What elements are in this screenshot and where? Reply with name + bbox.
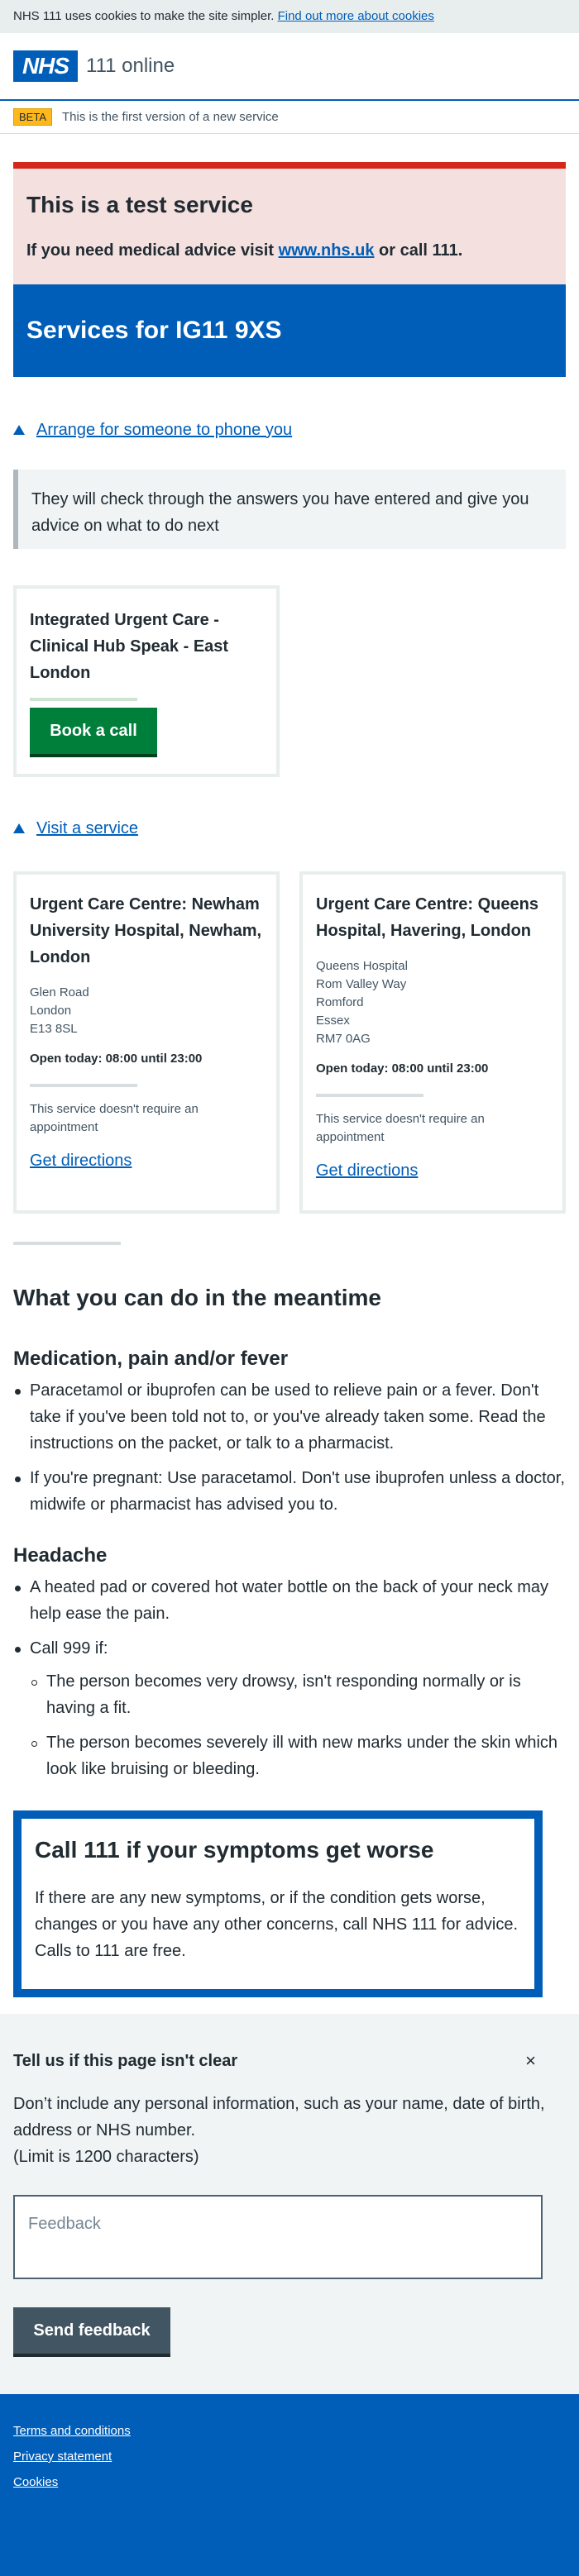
service-card-title: Urgent Care Centre: Newham University Ho… [30, 895, 262, 966]
feedback-input[interactable]: Feedback [13, 2195, 543, 2279]
beta-banner: BETA This is the first version of a new … [0, 101, 579, 134]
triangle-up-icon [13, 823, 25, 833]
section-divider [13, 1242, 121, 1245]
care-card-title: Call 111 if your symptoms get worse [35, 1837, 434, 1863]
clinical-hub-card: Integrated Urgent Care - Clinical Hub Sp… [13, 585, 280, 777]
care-card-text: If there are any new symptoms, or if the… [35, 1889, 519, 1960]
service-address: Glen Road London E13 8SL [30, 985, 89, 1036]
medication-title: Medication, pain and/or fever [13, 1348, 289, 1370]
service-card-title: Urgent Care Centre: Queens Hospital, Hav… [316, 895, 538, 940]
footer-link-terms[interactable]: Terms and conditions [13, 2424, 566, 2438]
headache-title: Headache [13, 1544, 108, 1567]
footer-link-cookies[interactable]: Cookies [13, 2475, 566, 2489]
service-card-queens: Urgent Care Centre: Queens Hospital, Hav… [299, 871, 566, 1214]
footer-link-privacy[interactable]: Privacy statement [13, 2450, 566, 2464]
service-name[interactable]: 111 online [86, 55, 175, 78]
feedback-instructions: Don’t include any personal information, … [13, 2095, 545, 2166]
divider [30, 1084, 137, 1087]
visit-toggle-link[interactable]: Visit a service [36, 819, 138, 838]
clinical-hub-title: Integrated Urgent Care - Clinical Hub Sp… [30, 611, 229, 682]
cookie-banner: NHS 111 uses cookies to make the site si… [0, 0, 579, 33]
divider [30, 698, 137, 701]
page-title: Services for IG11 9XS [26, 317, 282, 344]
meantime-section: What you can do in the meantime Medicati… [13, 1285, 566, 1782]
service-cards: Urgent Care Centre: Newham University Ho… [13, 871, 566, 1214]
meantime-title: What you can do in the meantime [13, 1285, 381, 1310]
beta-text: This is the first version of a new servi… [62, 110, 279, 124]
list-item: Call 999 if: The person becomes very dro… [13, 1635, 566, 1782]
phone-toggle[interactable]: Arrange for someone to phone you [13, 418, 566, 441]
services-heading-banner: Services for IG11 9XS [13, 284, 566, 377]
close-icon[interactable]: × [525, 2050, 536, 2072]
divider [316, 1094, 423, 1097]
call-999-list: The person becomes very drowsy, isn't re… [30, 1668, 566, 1782]
book-call-button[interactable]: Book a call [30, 708, 157, 754]
phone-toggle-link[interactable]: Arrange for someone to phone you [36, 421, 292, 440]
care-card: Call 111 if your symptoms get worse If t… [13, 1810, 543, 1997]
beta-tag: BETA [13, 108, 52, 126]
cookie-text: NHS 111 uses cookies to make the site si… [13, 9, 275, 23]
triangle-up-icon [13, 425, 25, 435]
list-item: The person becomes very drowsy, isn't re… [30, 1668, 566, 1721]
service-address: Queens Hospital Rom Valley Way Romford E… [316, 959, 408, 1046]
nhs-logo[interactable]: NHS [13, 50, 78, 82]
test-service-title: This is a test service [26, 192, 253, 217]
site-footer: Terms and conditions Privacy statement C… [0, 2394, 579, 2576]
headache-list: A heated pad or covered hot water bottle… [13, 1574, 566, 1782]
opening-hours: Open today: 08:00 until 23:00 [316, 1061, 489, 1076]
send-feedback-button[interactable]: Send feedback [13, 2307, 170, 2354]
visit-toggle[interactable]: Visit a service [13, 817, 566, 840]
feedback-panel: Tell us if this page isn't clear × Don’t… [0, 2014, 579, 2394]
phone-inset-text: They will check through the answers you … [13, 470, 566, 549]
list-item: A heated pad or covered hot water bottle… [13, 1574, 566, 1627]
medication-list: Paracetamol or ibuprofen can be used to … [13, 1377, 566, 1518]
test-service-warning: This is a test service If you need medic… [13, 162, 566, 284]
nhs-uk-link[interactable]: www.nhs.uk [279, 241, 375, 260]
list-item: Paracetamol or ibuprofen can be used to … [13, 1377, 566, 1457]
appointment-note: This service doesn't require an appointm… [30, 1102, 199, 1134]
test-service-text: If you need medical advice visit www.nhs… [26, 241, 463, 260]
get-directions-link[interactable]: Get directions [30, 1152, 263, 1171]
opening-hours: Open today: 08:00 until 23:00 [30, 1052, 203, 1066]
cookie-link[interactable]: Find out more about cookies [278, 9, 434, 23]
list-item: If you're pregnant: Use paracetamol. Don… [13, 1465, 566, 1518]
feedback-title: Tell us if this page isn't clear [13, 2052, 238, 2070]
appointment-note: This service doesn't require an appointm… [316, 1112, 485, 1144]
service-card-newham: Urgent Care Centre: Newham University Ho… [13, 871, 280, 1214]
list-item: The person becomes severely ill with new… [30, 1729, 566, 1782]
site-header: NHS 111 online [0, 33, 579, 99]
get-directions-link[interactable]: Get directions [316, 1162, 549, 1181]
